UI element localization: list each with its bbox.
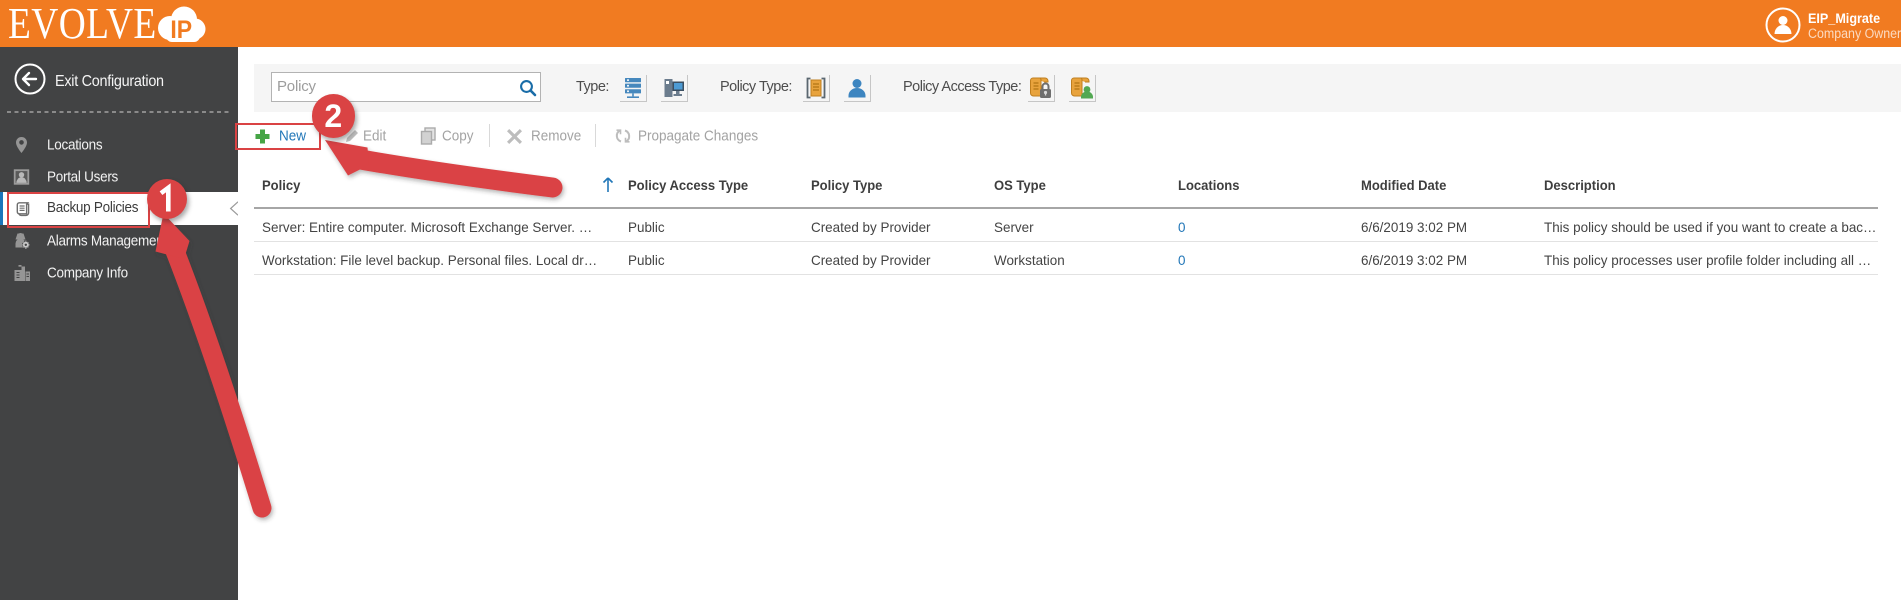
svg-text:IP: IP	[170, 16, 192, 43]
